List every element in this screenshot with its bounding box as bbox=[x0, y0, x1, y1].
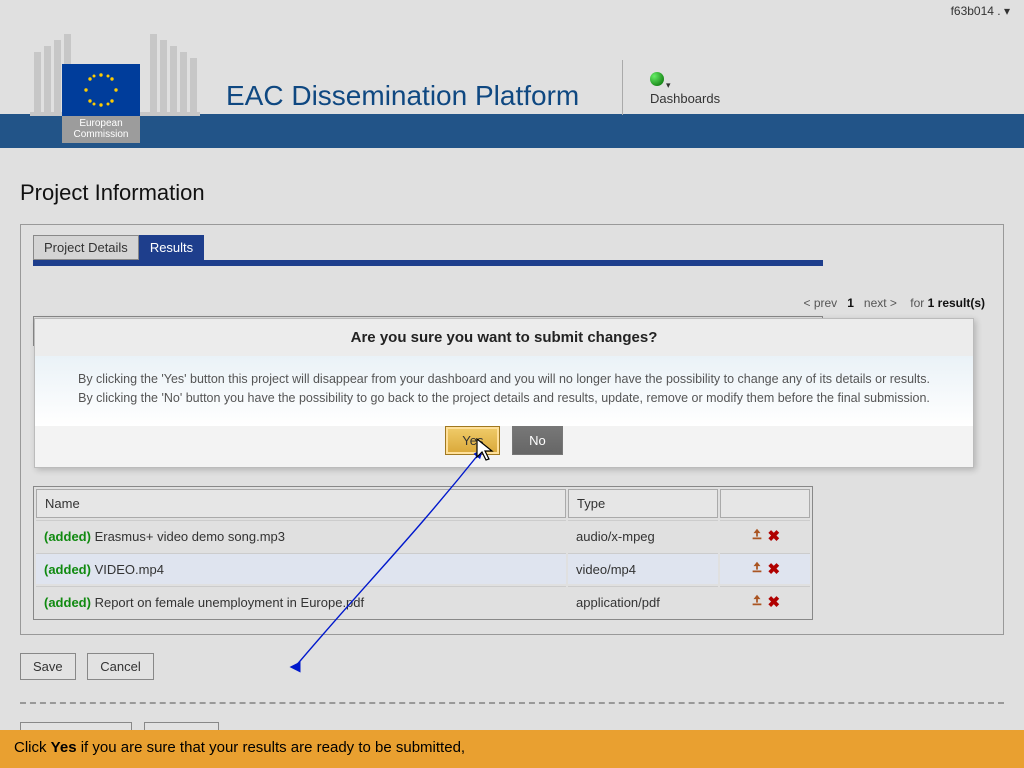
platform-title: EAC Dissemination Platform bbox=[226, 80, 579, 112]
pager-next[interactable]: next > bbox=[864, 296, 897, 310]
instruction-bold: Yes bbox=[51, 739, 77, 756]
divider bbox=[20, 702, 1004, 704]
modal-no-button[interactable]: No bbox=[512, 426, 563, 455]
tab-underline bbox=[33, 260, 823, 266]
table-row: (added) Report on female unemployment in… bbox=[36, 586, 810, 617]
dashboards-label: Dashboards bbox=[650, 91, 720, 106]
org-line2: Commission bbox=[73, 129, 128, 140]
added-badge: (added) bbox=[44, 529, 91, 544]
added-badge: (added) bbox=[44, 595, 91, 610]
blue-bar bbox=[0, 114, 1024, 148]
att-col-type: Type bbox=[568, 489, 718, 518]
cancel-button[interactable]: Cancel bbox=[87, 653, 153, 680]
delete-icon[interactable]: ✖ bbox=[768, 561, 781, 578]
file-name: VIDEO.mp4 bbox=[95, 562, 164, 577]
modal-body: By clicking the 'Yes' button this projec… bbox=[35, 356, 973, 426]
file-type: video/mp4 bbox=[568, 553, 718, 584]
delete-icon[interactable]: ✖ bbox=[768, 594, 781, 611]
modal-title: Are you sure you want to submit changes? bbox=[35, 319, 973, 356]
confirm-submit-modal: Are you sure you want to submit changes?… bbox=[34, 318, 974, 468]
file-name: Report on female unemployment in Europe.… bbox=[95, 595, 365, 610]
modal-line2: By clicking the 'No' button you have the… bbox=[78, 391, 930, 405]
pager-page: 1 bbox=[847, 296, 854, 310]
added-badge: (added) bbox=[44, 562, 91, 577]
org-label: European Commission bbox=[62, 116, 140, 143]
eu-flag-icon bbox=[62, 64, 140, 116]
tab-project-details[interactable]: Project Details bbox=[33, 235, 139, 260]
header: European Commission EAC Dissemination Pl… bbox=[0, 22, 1024, 114]
topbar: f63b014 . ▾ bbox=[0, 0, 1024, 22]
delete-icon[interactable]: ✖ bbox=[768, 528, 781, 545]
att-col-actions bbox=[720, 489, 810, 518]
instruction-bar: Click Yes if you are sure that your resu… bbox=[0, 730, 1024, 768]
header-separator bbox=[622, 60, 623, 115]
topbar-caret-icon[interactable]: ▾ bbox=[1004, 4, 1010, 18]
att-col-name: Name bbox=[36, 489, 566, 518]
table-row: (added) Erasmus+ video demo song.mp3 aud… bbox=[36, 520, 810, 551]
dashboards-menu[interactable]: ▾ Dashboards bbox=[650, 72, 720, 106]
pager-for: for bbox=[910, 296, 924, 310]
modal-buttons: Yes No bbox=[35, 426, 973, 467]
download-icon[interactable] bbox=[750, 593, 764, 607]
chevron-down-icon: ▾ bbox=[666, 80, 671, 90]
table-row: (added) VIDEO.mp4 video/mp4 ✖ bbox=[36, 553, 810, 584]
user-label[interactable]: f63b014 . bbox=[951, 4, 1001, 18]
modal-yes-button[interactable]: Yes bbox=[445, 426, 500, 455]
modal-line1: By clicking the 'Yes' button this projec… bbox=[78, 372, 930, 386]
instruction-suffix: if you are sure that your results are re… bbox=[77, 739, 466, 756]
tabs: Project Details Results bbox=[33, 235, 991, 260]
page-title: Project Information bbox=[20, 180, 1004, 206]
download-icon[interactable] bbox=[750, 560, 764, 574]
pager-prev[interactable]: < prev bbox=[803, 296, 837, 310]
globe-icon bbox=[650, 72, 664, 86]
instruction-prefix: Click bbox=[14, 739, 51, 756]
pager: < prev 1 next > for 1 result(s) bbox=[33, 276, 991, 316]
org-line1: European bbox=[79, 118, 122, 129]
save-button[interactable]: Save bbox=[20, 653, 76, 680]
pager-count: 1 bbox=[928, 296, 935, 310]
eu-flag-block: European Commission bbox=[62, 64, 140, 143]
save-cancel-row: Save Cancel bbox=[20, 653, 1004, 680]
file-name: Erasmus+ video demo song.mp3 bbox=[95, 529, 285, 544]
file-type: audio/x-mpeg bbox=[568, 520, 718, 551]
attachments-table: Name Type (added) Erasmus+ video demo so… bbox=[33, 486, 813, 620]
download-icon[interactable] bbox=[750, 527, 764, 541]
tab-results[interactable]: Results bbox=[139, 235, 204, 260]
file-type: application/pdf bbox=[568, 586, 718, 617]
pager-suffix: result(s) bbox=[938, 296, 985, 310]
